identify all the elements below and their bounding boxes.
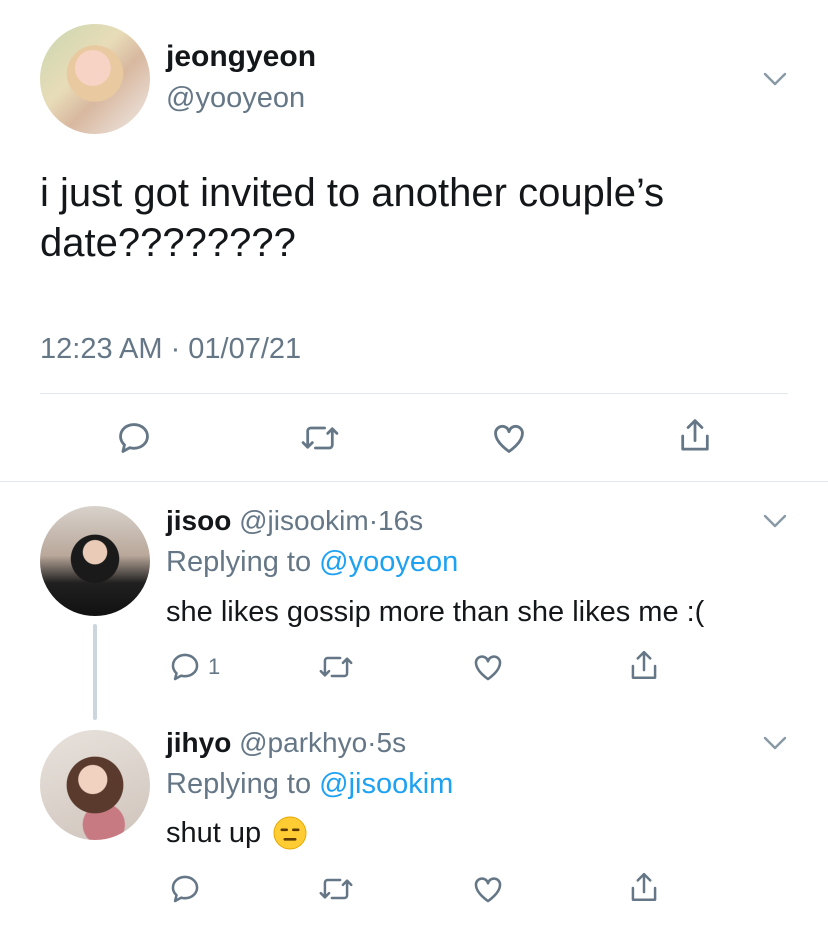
reply-icon: [115, 419, 153, 457]
share-button[interactable]: [627, 870, 661, 906]
mention-link[interactable]: @yooyeon: [319, 546, 458, 578]
thread-line: [93, 624, 97, 720]
display-name[interactable]: jihyo: [166, 727, 231, 758]
avatar[interactable]: [40, 506, 150, 616]
reply-header: jisoo @jisookim·16s: [166, 505, 423, 537]
reply-icon: [168, 650, 202, 684]
reply-button[interactable]: [168, 872, 202, 906]
reply-text-content: shut up: [166, 816, 262, 849]
replying-label: Replying to: [166, 768, 312, 800]
tweet-timestamp[interactable]: 12:23 AM · 01/07/21: [40, 333, 301, 366]
reply-icon: [168, 872, 202, 906]
retweet-icon: [318, 872, 354, 906]
user-handle[interactable]: @yooyeon: [166, 82, 305, 115]
mention-link[interactable]: @jisookim: [319, 768, 453, 800]
retweet-button[interactable]: [300, 419, 340, 457]
share-icon: [676, 416, 714, 456]
like-icon: [490, 419, 528, 457]
share-button[interactable]: [676, 416, 714, 456]
share-icon: [627, 648, 661, 684]
share-button[interactable]: [627, 648, 661, 684]
separator-dot: ·: [368, 505, 379, 536]
reply-text: she likes gossip more than she likes me …: [166, 596, 704, 629]
reply-count: 1: [208, 654, 221, 679]
reply-button[interactable]: 1: [168, 650, 220, 684]
reply-text-content: she likes gossip more than she likes me …: [166, 596, 705, 628]
like-button[interactable]: [471, 650, 505, 684]
display-name[interactable]: jisoo: [166, 505, 231, 536]
retweet-icon: [300, 419, 340, 457]
like-button[interactable]: [490, 419, 528, 457]
replying-to: Replying to @jisookim: [166, 768, 453, 801]
divider: [40, 393, 788, 394]
share-icon: [627, 870, 661, 906]
avatar[interactable]: [40, 24, 150, 134]
retweet-button[interactable]: [318, 650, 354, 684]
like-button[interactable]: [471, 872, 505, 906]
chevron-down-icon[interactable]: [762, 730, 788, 756]
user-handle[interactable]: @jisookim: [239, 505, 369, 536]
reply-button[interactable]: [115, 419, 153, 457]
separator-dot: ·: [367, 727, 377, 758]
expressionless-face-icon: [273, 816, 307, 850]
like-icon: [471, 872, 505, 906]
reply-header: jihyo @parkhyo·5s: [166, 727, 406, 759]
retweet-button[interactable]: [318, 872, 354, 906]
replying-label: Replying to: [166, 546, 312, 578]
reply-time: 16s: [378, 505, 424, 536]
chevron-down-icon[interactable]: [762, 508, 788, 534]
like-icon: [471, 650, 505, 684]
replying-to: Replying to @yooyeon: [166, 546, 458, 579]
divider: [0, 481, 828, 482]
user-handle[interactable]: @parkhyo: [239, 727, 367, 758]
display-name[interactable]: jeongyeon: [166, 40, 316, 74]
chevron-down-icon[interactable]: [762, 66, 788, 92]
tweet-text: i just got invited to another couple’s d…: [40, 171, 665, 265]
reply-text: shut up: [166, 816, 307, 850]
retweet-icon: [318, 650, 354, 684]
avatar[interactable]: [40, 730, 150, 840]
reply-time: 5s: [376, 727, 407, 758]
